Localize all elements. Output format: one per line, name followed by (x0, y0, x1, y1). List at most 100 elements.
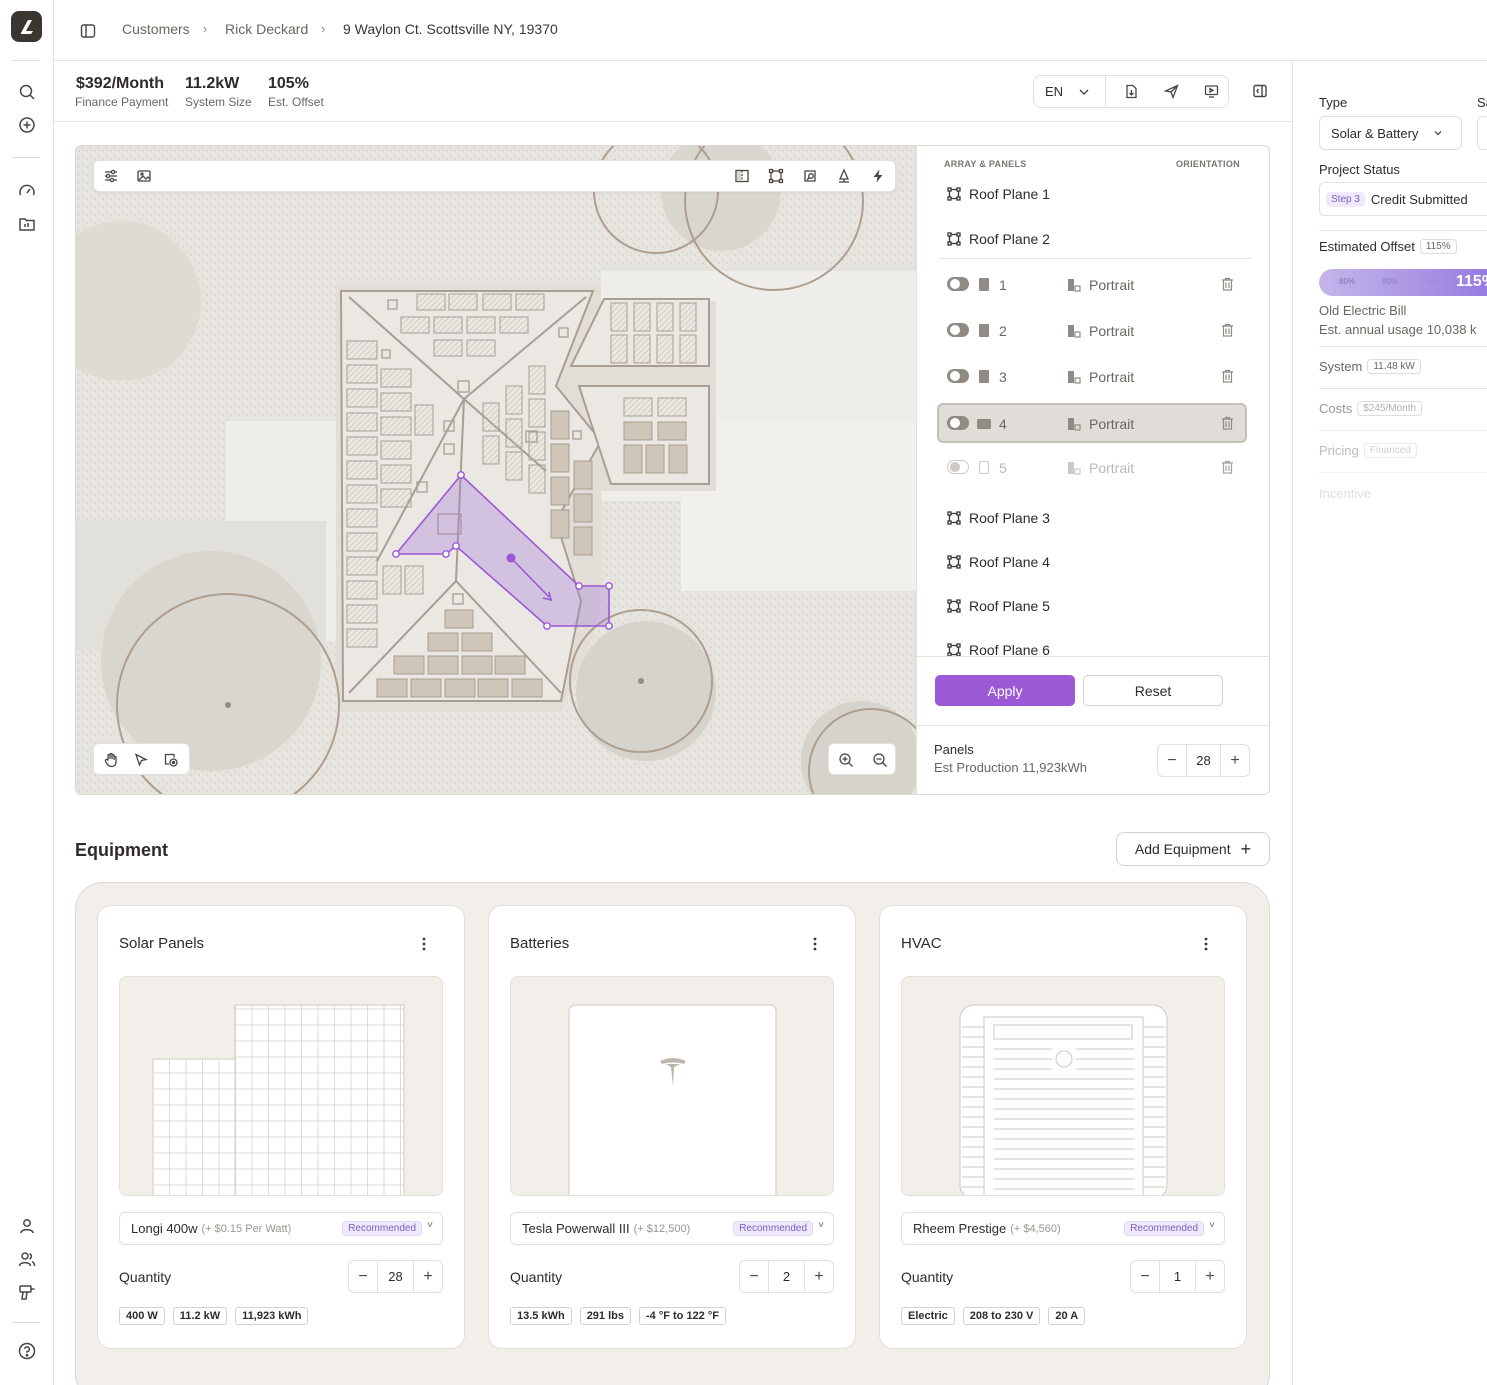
top-bar: Customers › Rick Deckard › 9 Waylon Ct. … (54, 0, 1487, 61)
decrement-button[interactable]: − (740, 1268, 768, 1286)
roof-plane-item[interactable]: Roof Plane 2 (947, 229, 1050, 249)
decrement-button[interactable]: − (1158, 752, 1186, 770)
array-orientation[interactable]: Portrait (1089, 460, 1134, 476)
est-production: Est Production 11,923kWh (934, 760, 1087, 775)
language-select[interactable]: EN (1034, 76, 1106, 107)
annual-usage: Est. annual usage 10,038 k (1319, 322, 1477, 337)
tree-tool-icon[interactable] (836, 168, 854, 186)
array-orientation[interactable]: Portrait (1089, 416, 1134, 432)
quantity-stepper[interactable]: − 1 + (1130, 1260, 1225, 1293)
users-icon[interactable] (15, 1247, 39, 1271)
recommended-badge: Recommended (342, 1221, 422, 1236)
send-icon[interactable] (1164, 84, 1179, 99)
array-row[interactable]: 1 Portrait (939, 266, 1247, 304)
search-icon[interactable] (15, 80, 39, 104)
add-circle-icon[interactable] (15, 113, 39, 137)
panel-collapse-icon[interactable] (1252, 83, 1268, 99)
array-orientation[interactable]: Portrait (1089, 323, 1134, 339)
array-orientation[interactable]: Portrait (1089, 369, 1134, 385)
incentives-label[interactable]: Incentive (1319, 486, 1371, 501)
increment-button[interactable]: + (1196, 1268, 1224, 1286)
array-row[interactable]: 3 Portrait (939, 358, 1247, 396)
quantity-label: Quantity (901, 1269, 954, 1285)
pointer-select-icon[interactable] (133, 752, 149, 768)
quantity-stepper[interactable]: − 28 + (348, 1260, 443, 1293)
trash-icon[interactable] (1221, 416, 1234, 430)
increment-button[interactable]: + (414, 1268, 442, 1286)
array-toggle[interactable] (947, 369, 969, 383)
more-vertical-icon[interactable] (422, 937, 426, 951)
add-equipment-button[interactable]: Add Equipment + (1116, 832, 1270, 866)
breadcrumb-customer[interactable]: Rick Deckard (225, 21, 308, 37)
zoom-out-icon[interactable] (872, 752, 888, 768)
split-panel-icon[interactable] (734, 168, 752, 186)
roof-map-canvas[interactable] (75, 145, 917, 795)
array-toggle[interactable] (947, 460, 969, 474)
quantity-value[interactable]: 28 (377, 1261, 414, 1292)
image-icon[interactable] (136, 168, 154, 186)
roof-plane-item[interactable]: Roof Plane 5 (947, 596, 1050, 616)
product-select[interactable]: Longi 400w (+ $0.15 Per Watt) Recommende… (119, 1212, 443, 1245)
product-select[interactable]: Rheem Prestige (+ $4,560) Recommended ˅ (901, 1212, 1225, 1245)
panel-divider (939, 258, 1251, 259)
app-logo-icon[interactable] (11, 11, 42, 42)
decrement-button[interactable]: − (349, 1268, 377, 1286)
array-toggle[interactable] (947, 277, 969, 291)
roof-plane-icon (947, 555, 961, 569)
trash-icon[interactable] (1221, 323, 1234, 337)
roof-plane-item[interactable]: Roof Plane 3 (947, 508, 1050, 528)
layer-edit-icon[interactable] (163, 752, 179, 768)
product-price: (+ $12,500) (633, 1222, 691, 1235)
chevron-down-icon: ˅ (427, 1220, 433, 1231)
drill-tool-icon[interactable] (15, 1280, 39, 1304)
breadcrumb-customers[interactable]: Customers (122, 21, 190, 37)
array-orientation[interactable]: Portrait (1089, 277, 1134, 293)
costs-row[interactable]: Costs $245/Month (1319, 401, 1423, 416)
spec-chip: 20 A (1048, 1307, 1086, 1325)
lightning-icon[interactable] (870, 168, 888, 186)
trash-icon[interactable] (1221, 369, 1234, 383)
gauge-icon[interactable] (15, 179, 39, 203)
array-toggle[interactable] (947, 416, 969, 430)
panel-count-value[interactable]: 28 (1186, 745, 1221, 776)
roof-plane-item[interactable]: Roof Plane 4 (947, 552, 1050, 572)
reset-button[interactable]: Reset (1083, 675, 1223, 706)
pricing-row[interactable]: Pricing Financed (1319, 443, 1417, 458)
hand-pan-icon[interactable] (103, 752, 119, 768)
array-row-selected[interactable]: 4 Portrait (937, 403, 1247, 443)
array-row[interactable]: 2 Portrait (939, 312, 1247, 350)
download-doc-icon[interactable] (1124, 84, 1139, 99)
apply-button[interactable]: Apply (935, 675, 1075, 706)
more-vertical-icon[interactable] (1204, 937, 1208, 951)
more-vertical-icon[interactable] (813, 937, 817, 951)
equipment-card-hvac: HVAC Rheem Prestige (+ $4,560) Recommend… (879, 905, 1247, 1349)
increment-button[interactable]: + (1221, 752, 1249, 770)
quantity-value[interactable]: 1 (1159, 1261, 1196, 1292)
quantity-value[interactable]: 2 (768, 1261, 805, 1292)
help-icon[interactable] (15, 1339, 39, 1363)
quantity-stepper[interactable]: − 2 + (739, 1260, 834, 1293)
obstruction-tool-icon[interactable] (802, 168, 820, 186)
product-select[interactable]: Tesla Powerwall III (+ $12,500) Recommen… (510, 1212, 834, 1245)
folder-chart-icon[interactable] (15, 212, 39, 236)
roof-plane-item[interactable]: Roof Plane 1 (947, 184, 1050, 204)
user-icon[interactable] (15, 1214, 39, 1238)
present-screen-icon[interactable] (1204, 84, 1219, 99)
array-number: 1 (999, 277, 1007, 293)
zoom-in-icon[interactable] (838, 752, 854, 768)
increment-button[interactable]: + (805, 1268, 833, 1286)
roof-plane-tool-icon[interactable] (768, 168, 786, 186)
type-select[interactable]: Solar & Battery (1319, 116, 1462, 150)
array-toggle[interactable] (947, 323, 969, 337)
second-field-input[interactable] (1477, 116, 1487, 150)
roof-plane-icon (947, 232, 961, 246)
project-status-field[interactable]: Step 3 Credit Submitted (1319, 182, 1487, 216)
decrement-button[interactable]: − (1131, 1268, 1159, 1286)
sliders-icon[interactable] (103, 168, 121, 186)
panel-count-stepper[interactable]: − 28 + (1157, 744, 1250, 777)
sidebar-toggle-icon[interactable] (80, 23, 96, 39)
trash-icon[interactable] (1221, 277, 1234, 291)
system-row[interactable]: System 11.48 kW (1319, 359, 1421, 374)
array-row-disabled[interactable]: 5 Portrait (939, 449, 1247, 487)
trash-icon[interactable] (1221, 460, 1234, 474)
